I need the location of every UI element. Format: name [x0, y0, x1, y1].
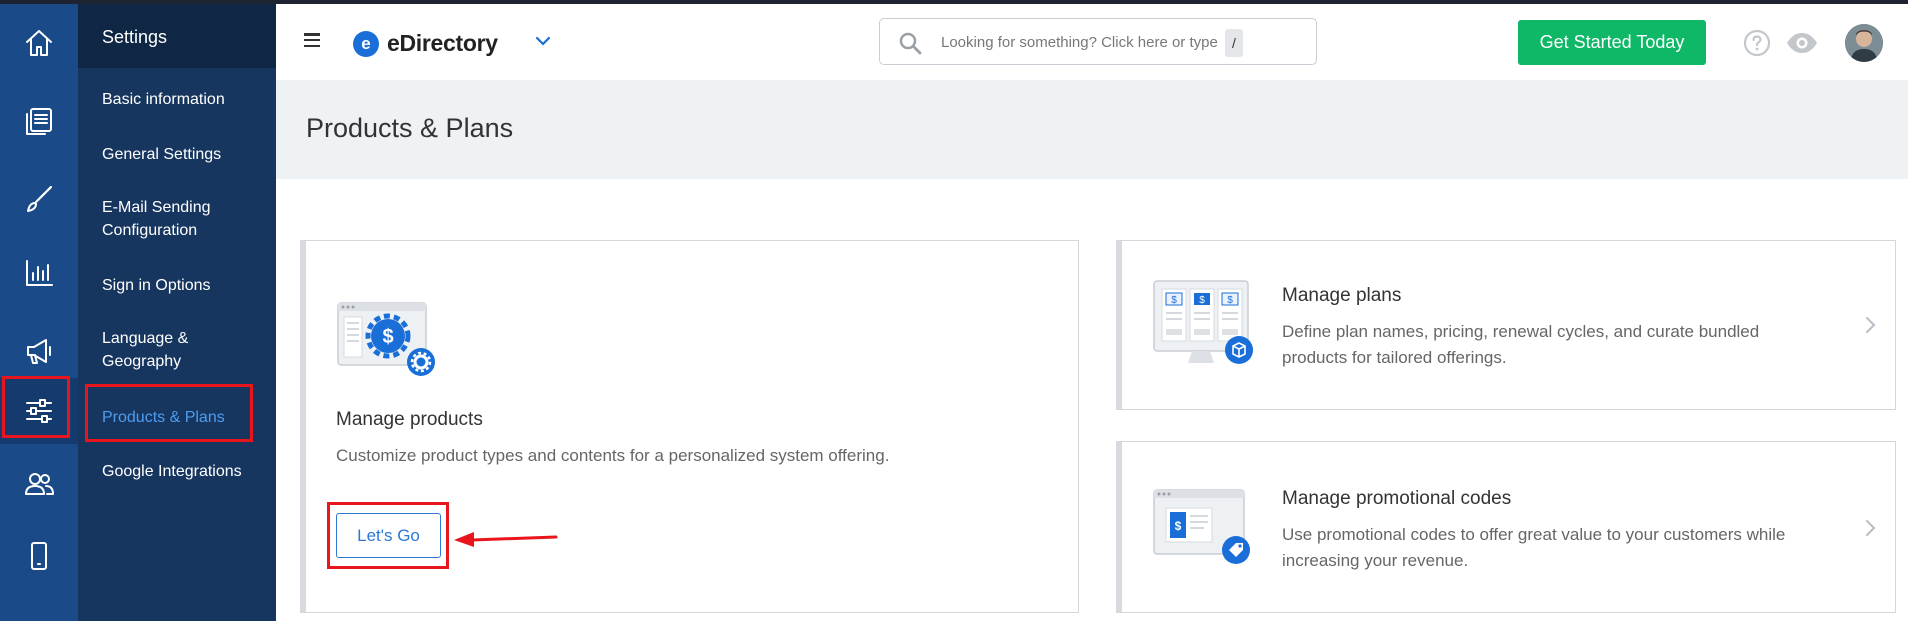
megaphone-icon	[27, 339, 51, 364]
rail-item-design[interactable]	[0, 166, 78, 232]
brush-icon	[27, 186, 52, 212]
rail-item-content[interactable]	[0, 88, 78, 154]
manage-plans-heading: Manage plans	[1282, 285, 1402, 306]
hamburger-menu-icon[interactable]	[304, 33, 320, 48]
manage-plans-description: Define plan names, pricing, renewal cycl…	[1282, 322, 1760, 367]
submenu-item-products-plans[interactable]: Products & Plans	[102, 406, 267, 429]
chevron-right-icon[interactable]	[1863, 518, 1877, 538]
submenu-item-language-geography[interactable]: Language & Geography	[102, 327, 267, 373]
annotation-arrow-icon	[454, 532, 558, 547]
icon-rail	[0, 4, 78, 621]
search-icon	[899, 32, 922, 55]
settings-submenu: Settings Basic information General Setti…	[78, 4, 276, 621]
rail-item-settings[interactable]	[0, 378, 78, 444]
manage-products-card: $ Manage products Customize product type…	[300, 240, 1079, 613]
search-shortcut-key: /	[1225, 29, 1243, 57]
chevron-down-icon[interactable]	[534, 34, 552, 48]
svg-text:$: $	[1175, 519, 1182, 533]
user-photo-icon	[1845, 24, 1883, 62]
svg-text:$: $	[382, 326, 393, 348]
manage-products-description: Customize product types and contents for…	[336, 446, 890, 465]
page-title: Products & Plans	[306, 113, 514, 143]
lets-go-button[interactable]: Let's Go	[336, 513, 441, 558]
home-icon	[26, 30, 52, 56]
top-header: e eDirectory Looking for something? Clic…	[276, 4, 1908, 80]
manage-plans-card[interactable]: $ $ $ Manage plans Define plan names, pr…	[1116, 240, 1896, 410]
rail-item-reports[interactable]	[0, 240, 78, 306]
search-bar[interactable]: Looking for something? Click here or typ…	[879, 18, 1317, 65]
plans-illustration-icon: $ $ $	[1153, 280, 1253, 364]
help-icon[interactable]	[1743, 29, 1771, 57]
logo-badge: e	[353, 30, 379, 57]
mobile-icon	[31, 542, 47, 570]
svg-text:$: $	[1171, 295, 1177, 306]
get-started-button[interactable]: Get Started Today	[1518, 20, 1706, 65]
eye-icon[interactable]	[1785, 29, 1819, 57]
rail-item-home[interactable]	[0, 10, 78, 76]
svg-text:$: $	[1227, 295, 1233, 306]
manage-promo-codes-card[interactable]: $ Manage promotional codes Use promotion…	[1116, 441, 1896, 613]
rail-item-promote[interactable]	[0, 318, 78, 384]
users-icon	[25, 473, 54, 495]
manage-products-heading: Manage products	[336, 409, 483, 430]
manage-promo-codes-description: Use promotional codes to offer great val…	[1282, 525, 1786, 570]
products-illustration-icon: $	[337, 302, 435, 376]
submenu-item-sign-in-options[interactable]: Sign in Options	[102, 274, 267, 297]
reports-icon	[26, 260, 53, 286]
settings-sliders-icon	[26, 399, 52, 423]
logo-text: eDirectory	[387, 30, 498, 56]
submenu-item-basic-information[interactable]: Basic information	[102, 88, 267, 111]
app-logo[interactable]: e eDirectory	[353, 30, 498, 57]
content-icon	[26, 108, 52, 135]
submenu-title: Settings	[78, 4, 276, 68]
page-title-band: Products & Plans	[276, 80, 1908, 179]
rail-item-mobile[interactable]	[0, 523, 78, 589]
submenu-item-google-integrations[interactable]: Google Integrations	[102, 460, 267, 483]
search-placeholder: Looking for something? Click here or typ…	[941, 34, 1218, 51]
chevron-right-icon[interactable]	[1863, 315, 1877, 335]
svg-text:$: $	[1199, 295, 1205, 306]
rail-item-users[interactable]	[0, 451, 78, 517]
avatar[interactable]	[1845, 24, 1883, 62]
promo-illustration-icon: $	[1153, 489, 1250, 564]
submenu-item-email-sending[interactable]: E-Mail Sending Configuration	[102, 196, 267, 242]
submenu-item-general-settings[interactable]: General Settings	[102, 143, 267, 166]
manage-promo-codes-heading: Manage promotional codes	[1282, 488, 1512, 509]
